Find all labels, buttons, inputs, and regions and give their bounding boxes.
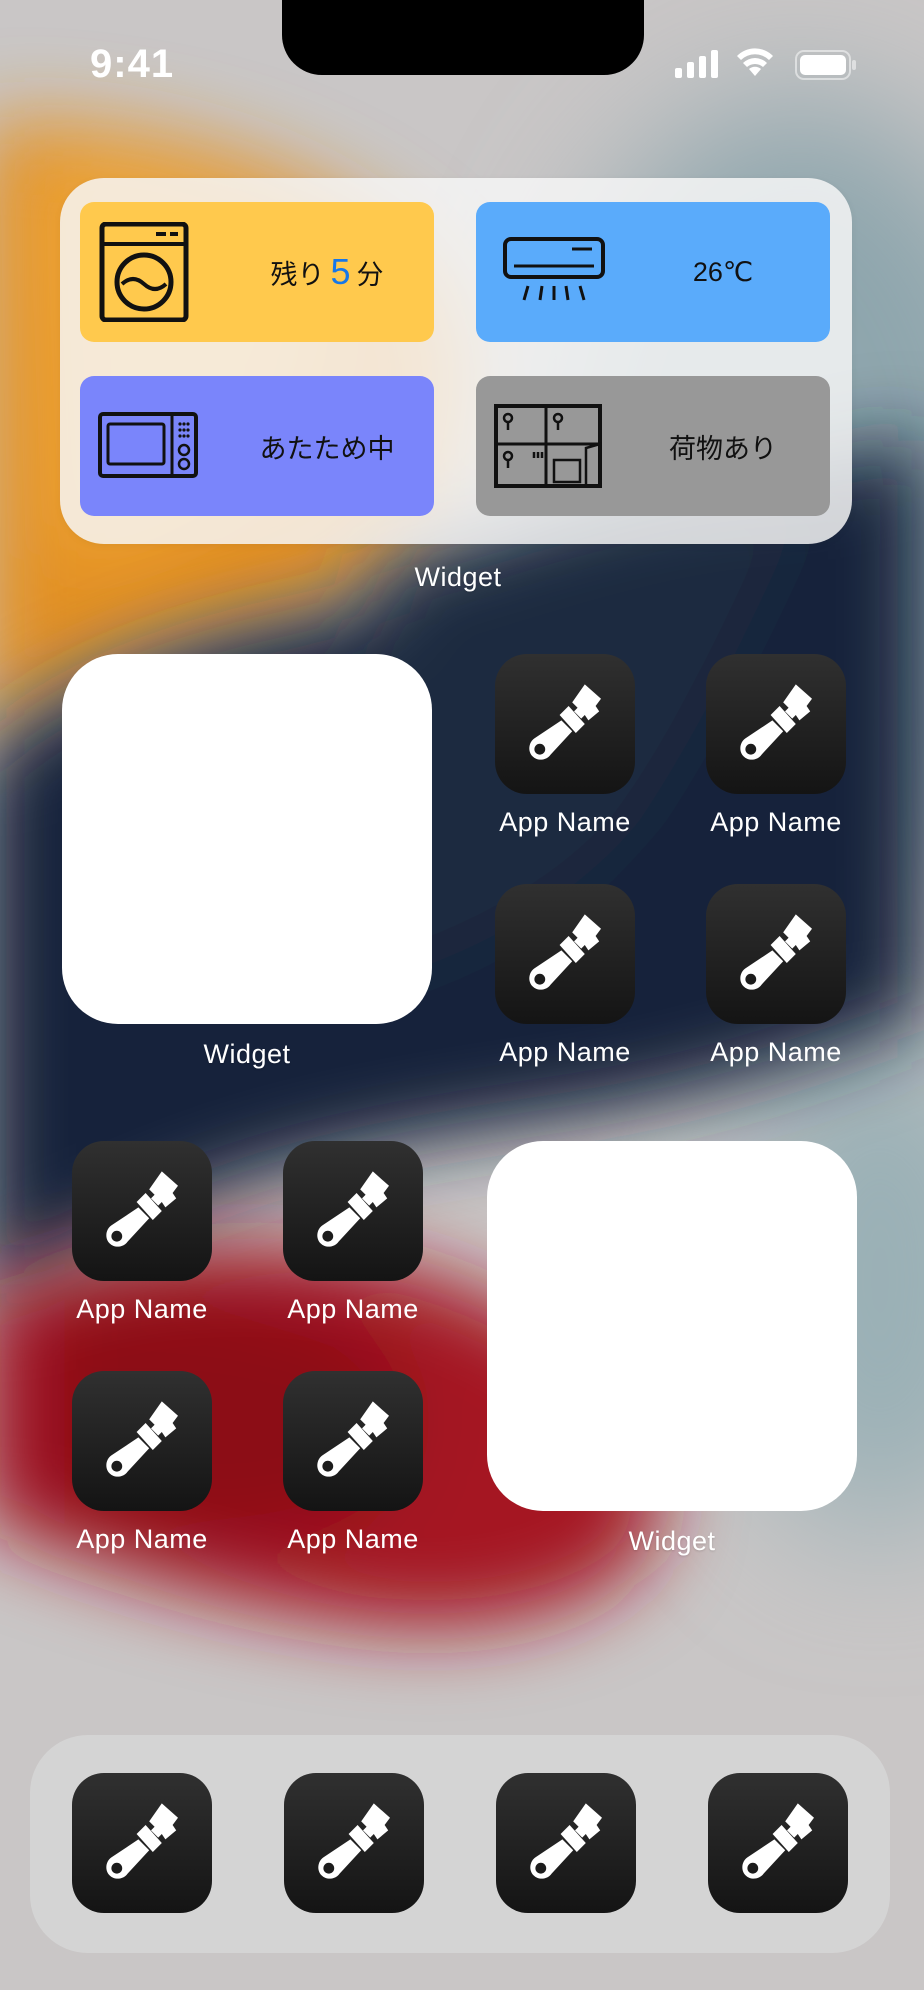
paintbrush-icon[interactable] bbox=[283, 1141, 423, 1281]
locker-status: 荷物あり bbox=[669, 433, 777, 464]
home-screen: 9:41 残り 5 分 26℃ あたため中 荷物あり Widget Widget… bbox=[0, 0, 924, 1990]
paintbrush-icon[interactable] bbox=[495, 654, 635, 794]
microwave-icon bbox=[98, 412, 198, 478]
air-conditioner-icon bbox=[503, 237, 605, 301]
cellular-signal-icon bbox=[675, 50, 718, 78]
washer-prefix: 残り bbox=[270, 259, 325, 290]
app-5[interactable]: App Name bbox=[67, 1141, 217, 1341]
app-name-label: App Name bbox=[710, 1037, 842, 1067]
app-name-label: App Name bbox=[76, 1524, 208, 1554]
washer-tile[interactable]: 残り 5 分 bbox=[80, 202, 434, 342]
washing-machine-icon bbox=[99, 222, 189, 322]
locker-tile[interactable]: 荷物あり bbox=[476, 376, 830, 516]
paintbrush-icon[interactable] bbox=[496, 1773, 636, 1913]
aircon-tile[interactable]: 26℃ bbox=[476, 202, 830, 342]
paintbrush-icon[interactable] bbox=[706, 654, 846, 794]
paintbrush-icon[interactable] bbox=[72, 1773, 212, 1913]
app-6[interactable]: App Name bbox=[278, 1141, 428, 1341]
dock bbox=[30, 1735, 890, 1953]
app-1[interactable]: App Name bbox=[490, 654, 640, 854]
app-name-label: App Name bbox=[499, 1037, 631, 1067]
paintbrush-icon[interactable] bbox=[283, 1371, 423, 1511]
paintbrush-icon[interactable] bbox=[284, 1773, 424, 1913]
paintbrush-icon[interactable] bbox=[495, 884, 635, 1024]
app-4[interactable]: App Name bbox=[701, 884, 851, 1084]
wifi-icon bbox=[737, 48, 773, 76]
battery-icon bbox=[795, 50, 856, 80]
app-7[interactable]: App Name bbox=[67, 1371, 217, 1571]
parcel-locker-icon bbox=[494, 404, 602, 488]
status-time: 9:41 bbox=[90, 42, 175, 86]
washer-minutes: 5 bbox=[330, 251, 351, 292]
paintbrush-icon[interactable] bbox=[72, 1141, 212, 1281]
widget-left[interactable] bbox=[62, 654, 432, 1024]
microwave-tile[interactable]: あたため中 bbox=[80, 376, 434, 516]
aircon-temperature: 26℃ bbox=[692, 256, 754, 287]
paintbrush-icon[interactable] bbox=[72, 1371, 212, 1511]
washer-suffix: 分 bbox=[356, 259, 384, 290]
app-3[interactable]: App Name bbox=[490, 884, 640, 1084]
status-bar: 9:41 bbox=[0, 0, 924, 130]
smart-home-widget[interactable]: 残り 5 分 26℃ あたため中 荷物あり bbox=[60, 178, 852, 544]
app-name-label: App Name bbox=[76, 1294, 208, 1324]
microwave-status: あたため中 bbox=[259, 433, 395, 464]
paintbrush-icon[interactable] bbox=[706, 884, 846, 1024]
smart-widget-caption: Widget bbox=[414, 562, 502, 592]
washer-status: 残り 5 分 bbox=[220, 202, 434, 342]
app-name-label: App Name bbox=[287, 1294, 419, 1324]
widget-left-caption: Widget bbox=[203, 1039, 291, 1069]
app-2[interactable]: App Name bbox=[701, 654, 851, 854]
widget-right[interactable] bbox=[487, 1141, 857, 1511]
widget-right-caption: Widget bbox=[628, 1526, 716, 1556]
notch bbox=[282, 0, 644, 75]
app-name-label: App Name bbox=[710, 807, 842, 837]
app-name-label: App Name bbox=[287, 1524, 419, 1554]
app-8[interactable]: App Name bbox=[278, 1371, 428, 1571]
app-name-label: App Name bbox=[499, 807, 631, 837]
paintbrush-icon[interactable] bbox=[708, 1773, 848, 1913]
